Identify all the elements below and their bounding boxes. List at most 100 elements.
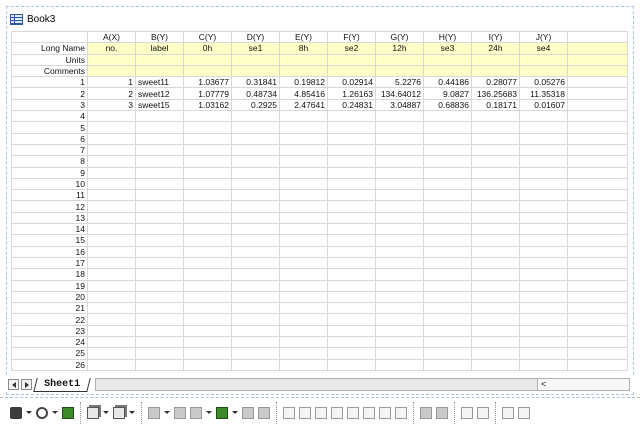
table-cell[interactable]	[183, 200, 232, 213]
row-number[interactable]: 17	[11, 256, 88, 270]
table-cell[interactable]	[135, 347, 184, 360]
table-cell[interactable]	[279, 155, 328, 168]
table-cell[interactable]: 0.2925	[231, 98, 280, 112]
scroll-left-button[interactable]: <	[537, 379, 629, 390]
table-cell[interactable]	[183, 313, 232, 326]
table-cell[interactable]	[471, 347, 520, 360]
table-cell[interactable]: sweet15	[135, 98, 184, 112]
table-cell[interactable]	[183, 211, 232, 225]
align-left-icon[interactable]	[283, 406, 295, 419]
table-cell[interactable]	[471, 279, 520, 292]
sheet-next-button[interactable]	[21, 379, 32, 390]
align-top-icon[interactable]	[315, 406, 327, 419]
row-number[interactable]: 7	[11, 143, 88, 157]
table-cell[interactable]	[279, 268, 328, 281]
table-cell[interactable]	[231, 211, 280, 225]
table-cell[interactable]	[375, 347, 424, 360]
table-cell[interactable]	[471, 177, 520, 191]
table-cell[interactable]: 11.35318	[519, 87, 568, 100]
table-cell[interactable]	[231, 189, 280, 202]
dropdown-caret-icon[interactable]	[26, 411, 32, 414]
table-cell[interactable]	[471, 189, 520, 202]
table-cell[interactable]	[375, 245, 424, 258]
table-cell[interactable]	[183, 110, 232, 123]
meta-cell[interactable]: label	[135, 42, 184, 55]
table-cell[interactable]	[471, 211, 520, 225]
table-cell[interactable]	[231, 177, 280, 191]
table-cell[interactable]	[327, 143, 376, 157]
table-cell[interactable]	[375, 177, 424, 191]
table-cell[interactable]	[375, 189, 424, 202]
table-cell[interactable]	[375, 268, 424, 281]
table-cell[interactable]	[327, 177, 376, 191]
table-cell[interactable]	[519, 290, 568, 304]
line-tool-icon[interactable]	[148, 406, 160, 419]
table-cell[interactable]	[375, 234, 424, 247]
table-cell[interactable]	[423, 121, 472, 134]
column-header[interactable]: D(Y)	[231, 31, 280, 44]
table-cell[interactable]: 0.24831	[327, 98, 376, 112]
sheet-prev-button[interactable]	[8, 379, 19, 390]
table-cell[interactable]	[279, 302, 328, 315]
table-cell[interactable]	[327, 358, 376, 371]
table-cell[interactable]	[135, 268, 184, 281]
table-cell[interactable]	[279, 132, 328, 145]
sheet-tab-sheet1[interactable]: Sheet1	[33, 377, 91, 392]
table-cell[interactable]	[231, 132, 280, 145]
table-cell[interactable]: 0.18171	[471, 98, 520, 112]
meta-cell[interactable]	[183, 53, 232, 66]
table-cell[interactable]	[135, 177, 184, 191]
table-cell[interactable]	[375, 324, 424, 338]
meta-cell[interactable]	[327, 64, 376, 78]
row-number[interactable]: 12	[11, 200, 88, 213]
row-number[interactable]: 1	[11, 76, 88, 89]
row-number[interactable]: 26	[11, 358, 88, 371]
table-cell[interactable]	[327, 200, 376, 213]
column-header[interactable]: G(Y)	[375, 31, 424, 44]
table-cell[interactable]	[519, 336, 568, 349]
table-cell[interactable]	[327, 234, 376, 247]
table-cell[interactable]	[183, 245, 232, 258]
table-cell[interactable]	[183, 166, 232, 179]
table-cell[interactable]	[471, 132, 520, 145]
table-cell[interactable]	[87, 234, 136, 247]
table-cell[interactable]	[375, 313, 424, 326]
group-icon[interactable]	[420, 406, 432, 419]
table-cell[interactable]	[87, 358, 136, 371]
column-header[interactable]: H(Y)	[423, 31, 472, 44]
table-cell[interactable]	[471, 256, 520, 270]
table-cell[interactable]	[519, 211, 568, 225]
table-cell[interactable]	[279, 211, 328, 225]
table-cell[interactable]	[135, 166, 184, 179]
row-number[interactable]: 8	[11, 155, 88, 168]
table-cell[interactable]	[327, 211, 376, 225]
table-cell[interactable]	[231, 313, 280, 326]
meta-cell[interactable]: se2	[327, 42, 376, 55]
table-cell[interactable]	[183, 132, 232, 145]
meta-cell[interactable]	[423, 53, 472, 66]
table-cell[interactable]	[375, 358, 424, 371]
table-cell[interactable]	[279, 121, 328, 134]
table-cell[interactable]	[423, 358, 472, 371]
table-cell[interactable]	[183, 302, 232, 315]
table-cell[interactable]	[279, 336, 328, 349]
table-cell[interactable]	[231, 166, 280, 179]
table-cell[interactable]: 0.68836	[423, 98, 472, 112]
resize-icon[interactable]	[502, 406, 514, 419]
workbook-titlebar[interactable]: Book3	[7, 7, 633, 31]
table-cell[interactable]	[183, 268, 232, 281]
meta-cell[interactable]	[327, 53, 376, 66]
table-cell[interactable]	[183, 290, 232, 304]
table-cell[interactable]	[231, 358, 280, 371]
distribute-h-icon[interactable]	[379, 406, 391, 419]
table-cell[interactable]	[183, 358, 232, 371]
dropdown-caret-icon[interactable]	[206, 411, 212, 414]
meta-cell[interactable]	[519, 64, 568, 78]
table-cell[interactable]	[423, 132, 472, 145]
table-cell[interactable]	[327, 347, 376, 360]
table-cell[interactable]	[375, 256, 424, 270]
row-number[interactable]: 16	[11, 245, 88, 258]
table-cell[interactable]	[519, 256, 568, 270]
row-number[interactable]: 20	[11, 290, 88, 304]
table-cell[interactable]	[423, 256, 472, 270]
